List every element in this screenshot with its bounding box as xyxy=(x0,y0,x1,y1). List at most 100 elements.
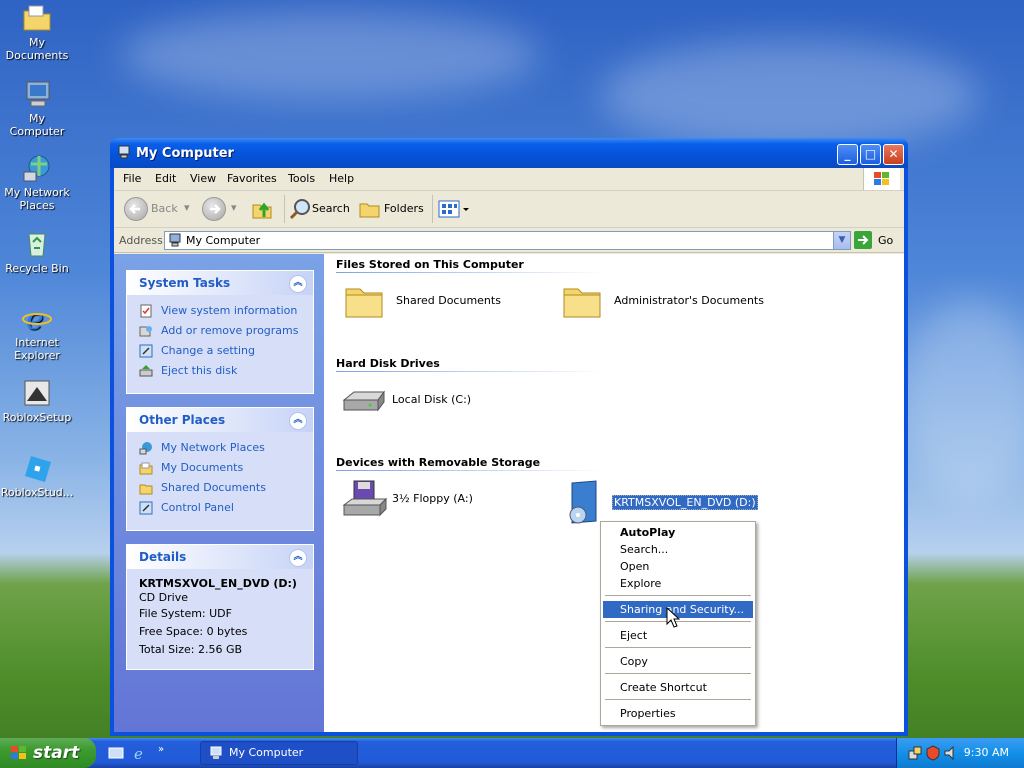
start-button[interactable]: start xyxy=(0,738,96,768)
menu-bar: File Edit View Favorites Tools Help xyxy=(114,168,904,191)
desktop-icon-internet-explorer[interactable]: e Internet Explorer xyxy=(0,302,74,362)
search-button[interactable]: Search xyxy=(312,202,350,215)
link-shared-documents[interactable]: Shared Documents xyxy=(139,478,303,498)
internet-explorer-icon[interactable]: e xyxy=(132,745,148,763)
desktop-icon-my-documents[interactable]: My Documents xyxy=(0,2,74,62)
desktop-icon-robloxsetup[interactable]: RobloxSetup xyxy=(0,377,74,424)
group-header-removable: Devices with Removable Storage xyxy=(336,456,541,469)
system-tasks-header[interactable]: System Tasks ︽ xyxy=(127,271,313,295)
link-add-remove-programs[interactable]: Add or remove programs xyxy=(139,321,303,341)
menu-edit[interactable]: Edit xyxy=(155,172,176,185)
link-label: Eject this disk xyxy=(161,364,238,377)
menu-item-copy[interactable]: Copy xyxy=(603,653,753,670)
folder-icon xyxy=(139,481,153,495)
quick-launch-expand-icon[interactable]: » xyxy=(158,744,164,755)
menu-view[interactable]: View xyxy=(190,172,216,185)
menu-item-explore[interactable]: Explore xyxy=(603,575,753,592)
tray-network-icon[interactable] xyxy=(907,745,923,761)
installer-icon xyxy=(21,377,53,409)
desktop-icon-recycle-bin[interactable]: Recycle Bin xyxy=(0,228,74,275)
title-bar[interactable]: My Computer _ □ ✕ xyxy=(110,138,908,168)
close-button[interactable]: ✕ xyxy=(883,144,904,165)
menu-tools[interactable]: Tools xyxy=(288,172,315,185)
views-icon[interactable] xyxy=(437,197,471,221)
item-dvd-d[interactable]: KRTMSXVOL_EN_DVD (D:) xyxy=(562,479,762,527)
link-my-network-places[interactable]: My Network Places xyxy=(139,438,303,458)
link-control-panel[interactable]: Control Panel xyxy=(139,498,303,518)
clock[interactable]: 9:30 AM xyxy=(964,746,1009,759)
search-icon[interactable] xyxy=(289,197,313,221)
maximize-button[interactable]: □ xyxy=(860,144,881,165)
link-eject-disk[interactable]: Eject this disk xyxy=(139,361,303,381)
menu-item-properties[interactable]: Properties xyxy=(603,705,753,722)
back-button[interactable]: Back xyxy=(151,202,178,215)
folder-icon xyxy=(21,2,53,34)
item-shared-documents[interactable]: Shared Documents xyxy=(344,281,524,325)
menu-item-create-shortcut[interactable]: Create Shortcut xyxy=(603,679,753,696)
back-dropdown-icon[interactable]: ▾ xyxy=(184,201,190,214)
taskbar-item-my-computer[interactable]: My Computer xyxy=(200,741,358,765)
address-input[interactable]: My Computer ▼ xyxy=(164,231,851,250)
taskbar: start e » My Computer 9:30 AM xyxy=(0,738,1024,768)
tray-security-icon[interactable] xyxy=(925,745,941,761)
menu-help[interactable]: Help xyxy=(329,172,354,185)
other-places-header[interactable]: Other Places ︽ xyxy=(127,408,313,432)
window-title: My Computer xyxy=(136,146,234,161)
floppy-drive-icon xyxy=(340,479,390,519)
item-floppy-a[interactable]: 3½ Floppy (A:) xyxy=(340,479,500,523)
menu-item-search[interactable]: Search... xyxy=(603,541,753,558)
computer-icon xyxy=(117,145,131,159)
menu-favorites[interactable]: Favorites xyxy=(227,172,277,185)
address-dropdown-icon[interactable]: ▼ xyxy=(833,232,850,249)
group-header-hdd: Hard Disk Drives xyxy=(336,357,440,370)
svg-text:e: e xyxy=(134,745,143,761)
up-folder-icon[interactable] xyxy=(250,197,274,221)
collapse-chevron-icon[interactable]: ︽ xyxy=(289,549,307,567)
collapse-chevron-icon[interactable]: ︽ xyxy=(289,412,307,430)
details-header[interactable]: Details ︽ xyxy=(127,545,313,569)
add-remove-programs-icon xyxy=(139,324,153,338)
mouse-pointer-icon xyxy=(666,606,681,629)
link-change-setting[interactable]: Change a setting xyxy=(139,341,303,361)
link-label: View system information xyxy=(161,304,298,317)
dvd-drive-icon xyxy=(562,479,606,527)
address-bar: Address My Computer ▼ Go xyxy=(114,228,904,253)
minimize-button[interactable]: _ xyxy=(837,144,858,165)
menu-item-eject[interactable]: Eject xyxy=(603,627,753,644)
show-desktop-icon[interactable] xyxy=(108,745,124,761)
collapse-chevron-icon[interactable]: ︽ xyxy=(289,275,307,293)
menu-item-autoplay[interactable]: AutoPlay xyxy=(603,524,753,541)
item-administrators-documents[interactable]: Administrator's Documents xyxy=(562,281,764,325)
link-view-system-information[interactable]: View system information xyxy=(139,301,303,321)
roblox-studio-icon xyxy=(21,452,53,484)
forward-dropdown-icon[interactable]: ▾ xyxy=(231,201,237,214)
tray-volume-icon[interactable] xyxy=(943,745,959,761)
desktop-icon-robloxstudio[interactable]: RobloxStud... xyxy=(0,452,74,499)
my-computer-window: My Computer _ □ ✕ File Edit View Favorit… xyxy=(110,138,908,736)
network-icon xyxy=(21,152,53,184)
folders-icon[interactable] xyxy=(358,197,382,221)
menu-item-open[interactable]: Open xyxy=(603,558,753,575)
desktop-icon-label: My Computer xyxy=(9,112,65,138)
forward-arrow-icon[interactable] xyxy=(202,197,226,221)
menu-file[interactable]: File xyxy=(123,172,141,185)
details-name: KRTMSXVOL_EN_DVD (D:) xyxy=(139,577,297,590)
go-arrow-icon xyxy=(854,231,872,249)
system-tasks-panel: System Tasks ︽ View system information A… xyxy=(126,270,314,394)
link-label: My Network Places xyxy=(161,441,265,454)
folders-button[interactable]: Folders xyxy=(384,202,424,215)
desktop-icon-my-network-places[interactable]: My Network Places xyxy=(0,152,74,212)
link-label: Control Panel xyxy=(161,501,234,514)
desktop-icon-my-computer[interactable]: My Computer xyxy=(0,78,74,138)
internet-explorer-icon: e xyxy=(21,302,53,337)
go-button[interactable]: Go xyxy=(854,231,898,249)
toolbar: Back ▾ ▾ Search Folders xyxy=(114,191,904,228)
item-local-disk-c[interactable]: Local Disk (C:) xyxy=(340,380,500,424)
panel-title: Details xyxy=(139,550,187,564)
control-panel-icon xyxy=(139,344,153,358)
desktop-icon-label: My Documents xyxy=(5,36,69,62)
svg-text:e: e xyxy=(26,302,44,334)
item-label-selected[interactable]: KRTMSXVOL_EN_DVD (D:) xyxy=(612,495,758,510)
link-my-documents[interactable]: My Documents xyxy=(139,458,303,478)
back-arrow-icon[interactable] xyxy=(124,197,148,221)
